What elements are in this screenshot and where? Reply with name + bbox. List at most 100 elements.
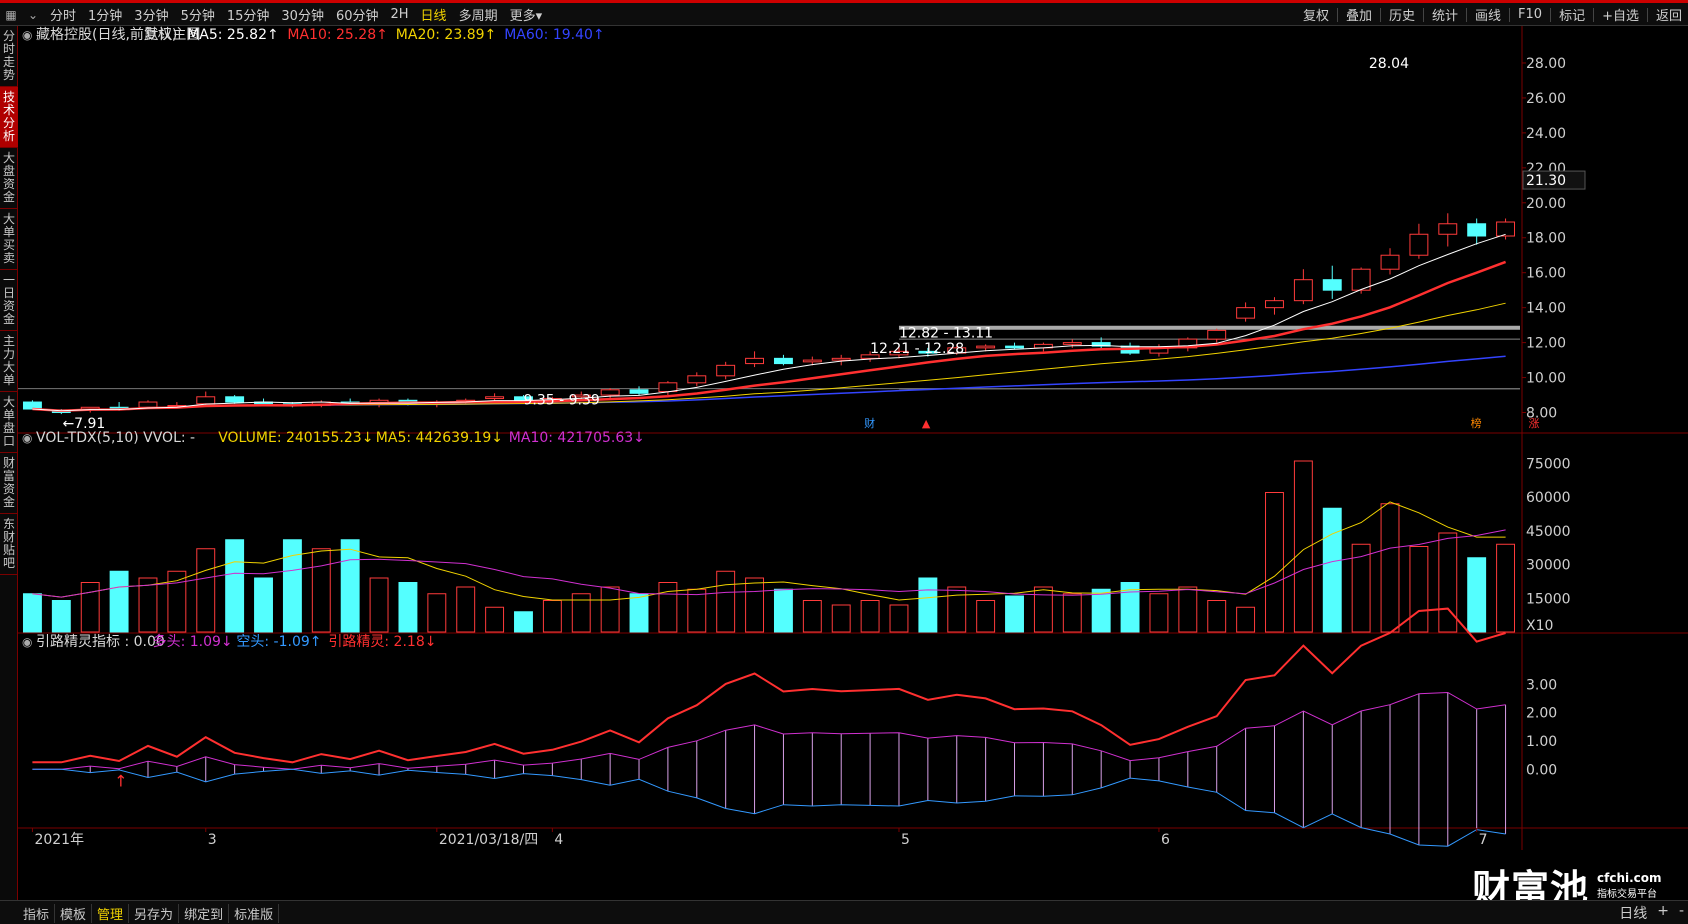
bottom-control-1[interactable]: +: [1657, 903, 1669, 923]
bottom-tab-2[interactable]: 管理: [92, 904, 130, 923]
sidebar-tab-8[interactable]: 东财贴吧: [0, 514, 18, 575]
volume-bar: [456, 586, 476, 633]
price-axis-label: 24.00: [1526, 126, 1566, 142]
volume-bar: [1236, 606, 1256, 633]
price-axis-label: 10.00: [1526, 371, 1566, 387]
x-axis-label: 6: [1161, 832, 1170, 848]
candle-body: [485, 396, 505, 400]
toolbar-button-1[interactable]: 叠加: [1340, 5, 1378, 24]
sidebar-tab-7[interactable]: 财富资金: [0, 453, 18, 514]
volume-bar: [369, 577, 389, 633]
period-tab-7[interactable]: 2H: [385, 7, 415, 22]
bottom-tab-5[interactable]: 标准版: [229, 904, 280, 923]
sidebar-tab-4[interactable]: 一日资金: [0, 270, 18, 331]
period-tab-8[interactable]: 日线: [415, 5, 453, 24]
indicator-legend-item: 引路精灵指标 : 0.00: [36, 634, 165, 650]
period-tab-2[interactable]: 3分钟: [128, 5, 174, 24]
indicator-legend-item: 空头: -1.09↑: [236, 634, 321, 650]
volume-bar: [1178, 586, 1198, 633]
bottom-tab-0[interactable]: 指标: [18, 904, 56, 923]
indicator-axis-label: 1.00: [1526, 734, 1557, 750]
volume-bar: [571, 593, 591, 633]
price-axis-label: 16.00: [1526, 266, 1566, 282]
toolbar-divider: [1466, 7, 1468, 22]
period-tab-4[interactable]: 15分钟: [221, 5, 276, 24]
period-tab-5[interactable]: 30分钟: [275, 5, 330, 24]
volume-bar: [629, 593, 649, 633]
top-toolbar: ▦ ⌄ 分时 1分钟 3分钟 5分钟 15分钟 30分钟 60分钟 2H 日线 多周期 更多▾ 复权 叠加…: [0, 0, 1688, 26]
toolbar-button-6[interactable]: 标记: [1553, 5, 1591, 24]
bottom-control-2[interactable]: -: [1679, 903, 1684, 923]
x-axis-label: 2021/03/18/四: [439, 832, 538, 848]
candle-body: [1438, 223, 1458, 235]
bottom-tab-3[interactable]: 另存为: [129, 904, 180, 923]
volume-unit: X10: [1526, 618, 1553, 634]
x-axis-label: 5: [901, 832, 910, 848]
high-price-label: 28.04: [1369, 56, 1409, 72]
volume-bar: [1409, 546, 1429, 633]
period-tab-3[interactable]: 5分钟: [175, 5, 221, 24]
side-nav: 分时走势技术分析大盘资金大单买卖一日资金主力大单大单盘口财富资金东财贴吧: [0, 26, 18, 900]
chevron-down-icon[interactable]: ⌄: [22, 8, 44, 22]
period-tab-6[interactable]: 60分钟: [330, 5, 385, 24]
volume-bar: [398, 582, 418, 633]
candle-body: [1380, 254, 1400, 270]
bottom-tab-4[interactable]: 绑定到: [179, 904, 230, 923]
volume-bar: [745, 577, 765, 633]
volume-bar: [514, 611, 533, 633]
buy-signal-icon: ↑: [114, 771, 127, 790]
candle-body: [976, 345, 996, 349]
volume-bar: [947, 586, 967, 633]
indicator-axis-label: 2.00: [1526, 706, 1557, 722]
grid-icon[interactable]: ▦: [0, 8, 22, 22]
volume-bar: [1062, 593, 1082, 633]
sidebar-tab-2[interactable]: 大盘资金: [0, 148, 18, 209]
bottom-tab-1[interactable]: 模板: [55, 904, 93, 923]
volume-bar: [1265, 492, 1284, 633]
candle-body: [225, 396, 245, 403]
volume-bar: [109, 570, 129, 633]
toolbar-divider: [1379, 7, 1381, 22]
volume-axis-label: 45000: [1526, 524, 1571, 540]
sidebar-tab-6[interactable]: 大单盘口: [0, 392, 18, 453]
chart-area[interactable]: 28.0026.0024.0022.0020.0018.0016.0014.00…: [18, 26, 1688, 900]
candle-body: [138, 401, 158, 408]
period-selector: ▦ ⌄ 分时 1分钟 3分钟 5分钟 15分钟 30分钟 60分钟 2H 日线 多周期 更多▾: [0, 3, 548, 26]
toolbar-button-8[interactable]: 返回: [1650, 5, 1688, 24]
x-axis-label: 7: [1479, 832, 1488, 848]
candle-body: [716, 364, 736, 377]
period-tab-10[interactable]: 更多▾: [504, 5, 549, 24]
x-axis-label: 2021年: [34, 832, 84, 848]
volume-bar: [340, 539, 360, 633]
indicator-legend-item: 引路精灵: 2.18↓: [328, 634, 436, 650]
sidebar-tab-3[interactable]: 大单买卖: [0, 209, 18, 270]
volume-bar: [196, 548, 216, 633]
bottom-control-0[interactable]: 日线: [1619, 903, 1647, 923]
period-tab-9[interactable]: 多周期: [453, 5, 504, 24]
sidebar-tab-1[interactable]: 技术分析: [0, 87, 18, 148]
toolbar-button-4[interactable]: 画线: [1469, 5, 1507, 24]
toolbar-button-0[interactable]: 复权: [1297, 5, 1335, 24]
toolbar-button-3[interactable]: 统计: [1426, 5, 1464, 24]
toolbar-button-2[interactable]: 历史: [1383, 5, 1421, 24]
volume-bar: [716, 570, 736, 633]
volume-axis-label: 75000: [1526, 456, 1571, 472]
price-axis-label: 26.00: [1526, 91, 1566, 107]
toolbar-button-7[interactable]: +自选: [1596, 5, 1645, 24]
main-legend-item: MA5: 25.82↑: [187, 27, 279, 43]
volume-bar: [600, 586, 620, 633]
volume-bar: [138, 577, 158, 633]
event-marker: 涨: [1528, 417, 1539, 430]
toolbar-button-5[interactable]: F10: [1512, 7, 1548, 22]
collapse-icon: ◉: [22, 28, 32, 42]
sidebar-tab-5[interactable]: 主力大单: [0, 331, 18, 392]
price-axis-label: 20.00: [1526, 196, 1566, 212]
volume-axis-label: 60000: [1526, 490, 1571, 506]
period-tab-1[interactable]: 1分钟: [82, 5, 128, 24]
sidebar-tab-0[interactable]: 分时走势: [0, 26, 18, 87]
period-tab-0[interactable]: 分时: [44, 5, 82, 24]
price-axis-label: 18.00: [1526, 231, 1566, 247]
main-legend-item: MA10: 25.28↑: [287, 27, 387, 43]
volume-bar: [976, 600, 996, 633]
toolbar-divider: [1550, 7, 1552, 22]
